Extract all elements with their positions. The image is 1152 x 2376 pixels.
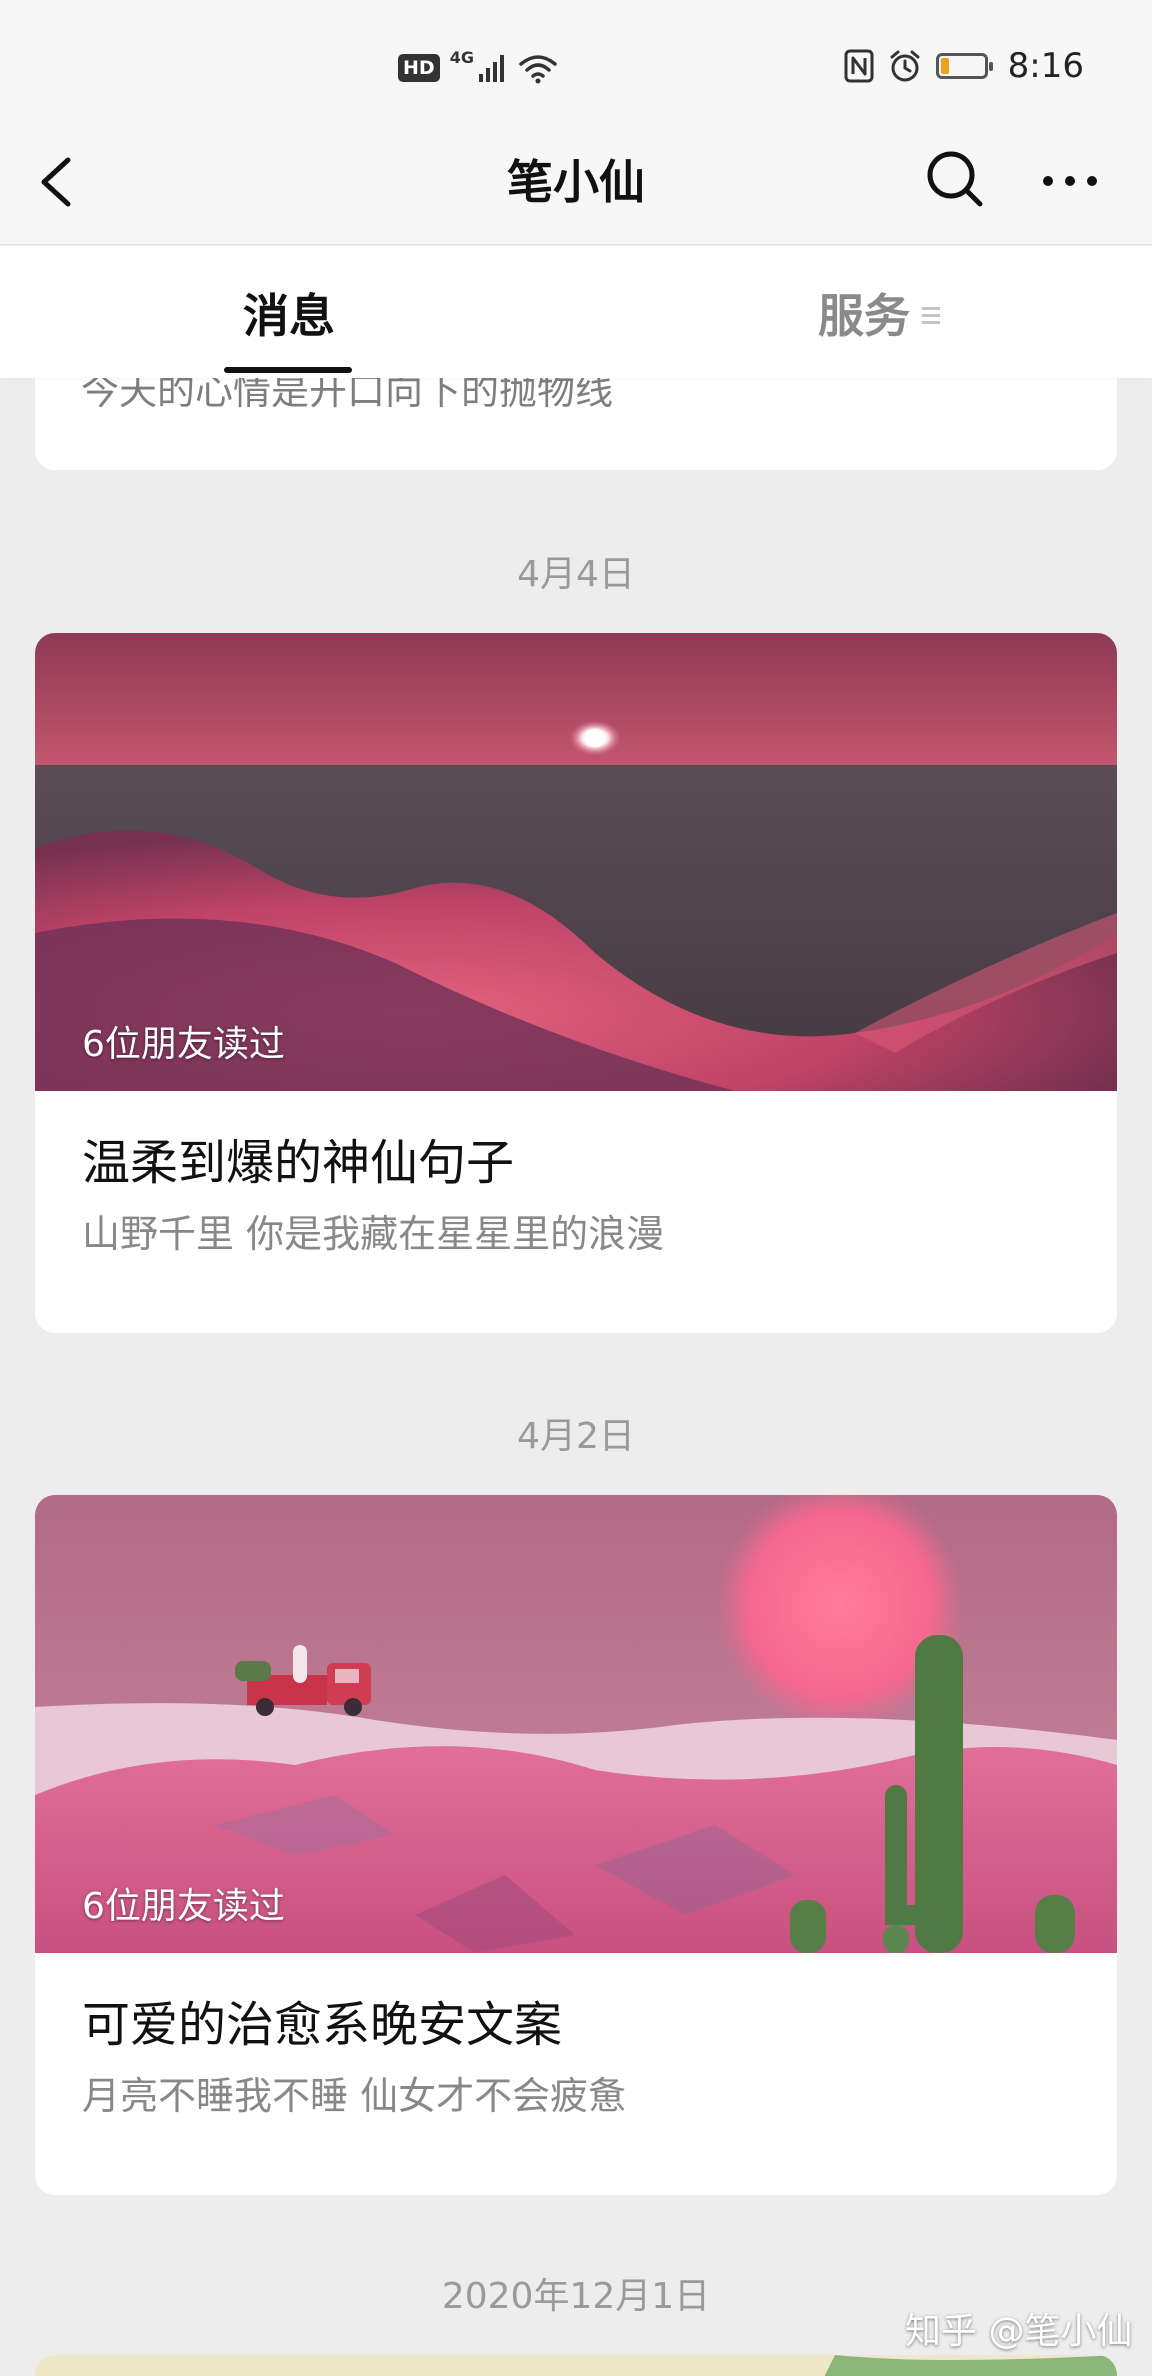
more-button[interactable]: [1040, 156, 1100, 206]
search-button[interactable]: [924, 148, 986, 210]
article-title: 温柔到爆的神仙句子: [82, 1135, 515, 1191]
hd-badge: HD: [398, 54, 440, 82]
status-right-indicators: 8:16: [844, 44, 1084, 88]
network-type: 4G: [449, 48, 474, 67]
readers-count: 6位朋友读过: [82, 1024, 285, 1065]
article-summary: 月亮不睡我不睡 仙女才不会疲惫: [82, 2074, 627, 2118]
tab-bar: 消息 服务: [0, 246, 1152, 378]
active-tab-indicator: [224, 367, 352, 373]
search-icon: [927, 151, 983, 207]
battery-level: [940, 58, 949, 74]
status-bar: HD 4G 8:16: [0, 0, 1152, 130]
article-card[interactable]: 6位朋友读过 温柔到爆的神仙句子 山野千里 你是我藏在星星里的浪漫: [35, 633, 1117, 1333]
article-card[interactable]: 6位朋友读过 可爱的治愈系晚安文案 月亮不睡我不睡 仙女才不会疲惫: [35, 1495, 1117, 2195]
menu-lines-icon: [922, 307, 940, 324]
battery-icon: [935, 53, 993, 79]
more-horizontal-icon: [1043, 176, 1097, 186]
article-card-partial[interactable]: [35, 2355, 1117, 2376]
alarm-icon: [890, 50, 920, 82]
clock-time: 8:16: [1007, 46, 1084, 86]
article-cover-image: 6位朋友读过: [35, 633, 1117, 1091]
date-separator: 4月2日: [517, 1416, 635, 1457]
watermark: 知乎 @笔小仙: [905, 2311, 1133, 2352]
article-title: 可爱的治愈系晚安文案: [82, 1997, 563, 2053]
article-cover-image: 6位朋友读过: [35, 1495, 1117, 1953]
tab-messages[interactable]: 消息: [243, 286, 335, 346]
tab-services[interactable]: 服务: [818, 286, 910, 346]
signal-icon: [478, 55, 504, 82]
date-separator: 4月4日: [517, 554, 635, 595]
nfc-icon: [844, 49, 874, 83]
status-left-indicators: HD 4G: [398, 48, 558, 88]
readers-count: 6位朋友读过: [82, 1886, 285, 1927]
nav-bar: 笔小仙: [0, 130, 1152, 245]
wifi-icon: [519, 55, 557, 84]
article-summary: 山野千里 你是我藏在星星里的浪漫: [82, 1212, 665, 1256]
